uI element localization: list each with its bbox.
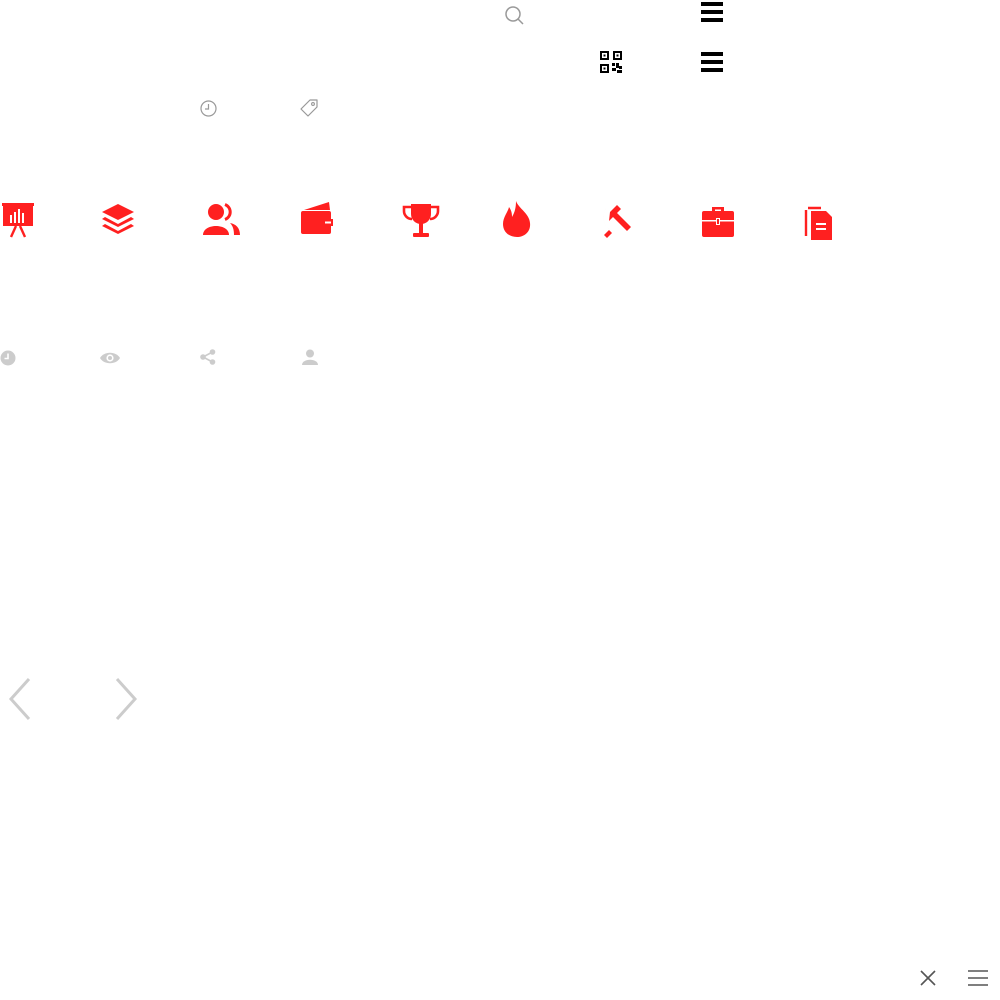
clock-icon [0, 350, 16, 366]
close-icon[interactable] [919, 969, 937, 987]
clock-outline-icon [200, 100, 217, 117]
presentation-chart-icon[interactable] [2, 203, 34, 238]
tag-outline-icon [300, 99, 318, 117]
eye-icon [100, 351, 120, 365]
menu-icon[interactable] [701, 51, 723, 73]
chevron-right-icon[interactable] [114, 677, 138, 721]
hammer-sickle-icon[interactable] [601, 203, 635, 238]
user-icon [302, 349, 318, 365]
wallet-icon[interactable] [301, 202, 333, 234]
qr-code-icon[interactable] [600, 51, 622, 73]
hamburger-icon[interactable] [968, 969, 988, 987]
menu-icon[interactable] [701, 1, 723, 23]
share-icon[interactable] [200, 349, 216, 365]
search-icon[interactable] [503, 4, 525, 26]
briefcase-icon[interactable] [702, 205, 734, 237]
layers-icon[interactable] [102, 204, 134, 234]
trophy-icon[interactable] [402, 204, 440, 238]
fire-icon[interactable] [502, 201, 532, 237]
chevron-left-icon[interactable] [8, 677, 32, 721]
documents-icon[interactable] [803, 206, 833, 240]
users-icon[interactable] [203, 203, 241, 235]
